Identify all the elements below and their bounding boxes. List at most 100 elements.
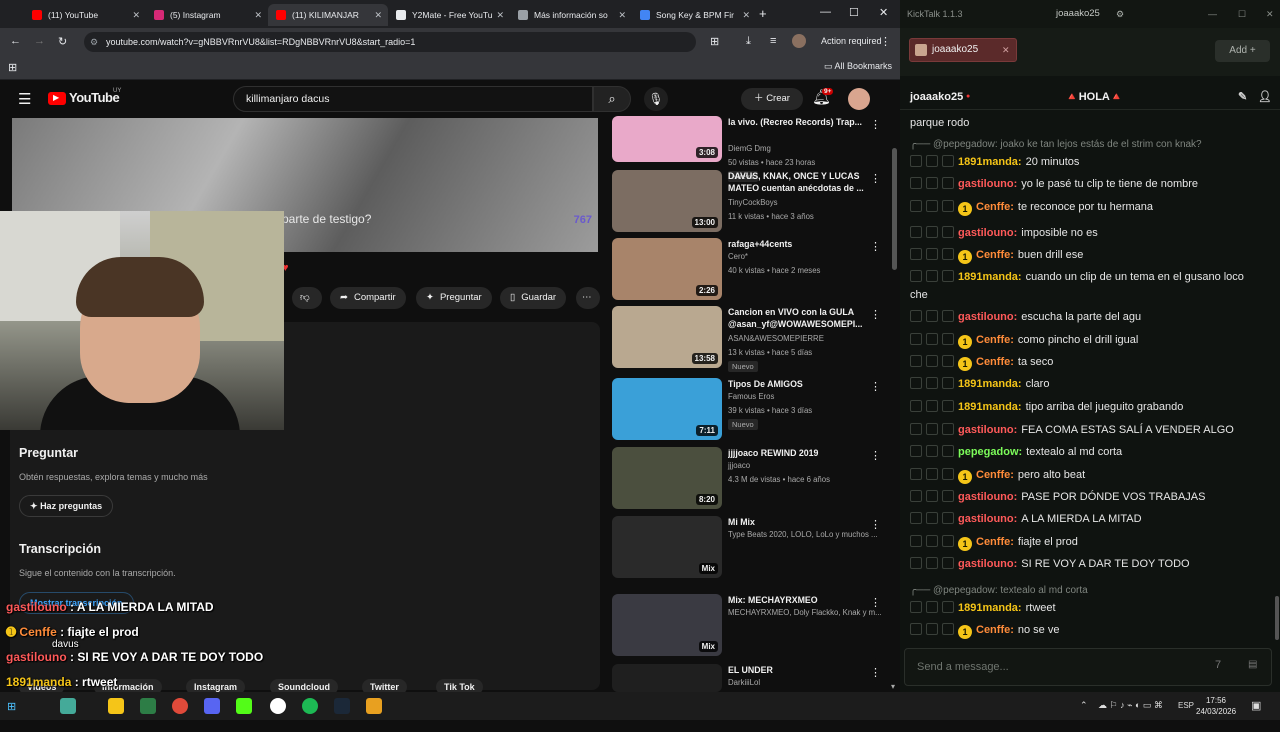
video-title[interactable]: Mi Mix <box>728 516 878 528</box>
pin-icon[interactable]: ✎ <box>1238 84 1247 110</box>
channel-name[interactable]: ASAN&AWESOMEPIERRE <box>728 334 824 343</box>
mod-action-icon[interactable] <box>910 248 922 260</box>
browser-tab[interactable]: (5) Instagram ✕ <box>146 4 268 26</box>
video-thumbnail[interactable]: Mix <box>612 594 722 656</box>
ban-icon[interactable] <box>942 226 954 238</box>
chat-username[interactable]: gastilouno: <box>958 178 1017 190</box>
notification-center-icon[interactable]: ▣ <box>1251 699 1261 712</box>
timeout-icon[interactable] <box>926 423 938 435</box>
ban-icon[interactable] <box>942 490 954 502</box>
browser-tab[interactable]: Más información so ✕ <box>510 4 632 26</box>
ban-icon[interactable] <box>942 512 954 524</box>
chat-username[interactable]: gastilouno: <box>958 227 1017 239</box>
mod-action-icon[interactable] <box>910 270 922 282</box>
close-tab-icon[interactable]: ✕ <box>742 10 750 21</box>
channel-name[interactable]: jjjoaco <box>728 461 750 470</box>
tray-icons[interactable]: ☁ ⚐ ♪ ⌁ ◐ ▭ ⌘ <box>1098 700 1163 711</box>
related-video-item[interactable]: 8:20 jjjjoaco REWIND 2019 jjjoaco 4.3 M de … <box>612 447 892 515</box>
ban-icon[interactable] <box>942 601 954 613</box>
ban-icon[interactable] <box>942 468 954 480</box>
chat-username[interactable]: gastilouno: <box>958 424 1017 436</box>
kick-icon[interactable] <box>236 698 252 714</box>
chat-username[interactable]: Cenffe: <box>976 249 1014 261</box>
chat-tab[interactable]: joaaako25 ✕ <box>909 38 1017 62</box>
new-tab-icon[interactable]: + <box>759 6 767 21</box>
media-control-icon[interactable]: ≡ <box>770 35 776 47</box>
related-video-item[interactable]: 13:58 Cancion en VIVO con la GULA @asan_y… <box>612 306 892 374</box>
emote-picker-icon[interactable]: 7 <box>1215 659 1221 671</box>
video-title[interactable]: DAVUS, KNAK, ONCE Y LUCAS MATEO cuentan … <box>728 170 878 194</box>
start-icon[interactable]: ⊞ <box>7 700 16 713</box>
timeout-icon[interactable] <box>926 333 938 345</box>
browser-tab[interactable]: Y2Mate - Free YouTu ✕ <box>388 4 510 26</box>
video-thumbnail[interactable]: 3:08 <box>612 116 722 162</box>
minimize-icon[interactable]: — <box>820 6 831 18</box>
ban-icon[interactable] <box>942 248 954 260</box>
related-video-item[interactable]: 2:26 rafaga+44cents Cero* 40 k vistas • hac… <box>612 238 892 306</box>
browser-tab-active[interactable]: (11) KILIMANJAR ✕ <box>268 4 388 26</box>
dislike-button[interactable]: 👎︎ <box>292 287 322 309</box>
ban-icon[interactable] <box>942 423 954 435</box>
video-title[interactable]: rafaga+44cents <box>728 238 878 250</box>
video-title[interactable]: Cancion en VIVO con la GULA @asan_yf@WOW… <box>728 306 878 330</box>
chat-username[interactable]: Cenffe: <box>976 356 1014 368</box>
reload-icon[interactable]: ↻ <box>58 35 67 48</box>
timeout-icon[interactable] <box>926 248 938 260</box>
timeout-icon[interactable] <box>926 400 938 412</box>
close-tab-icon[interactable]: ✕ <box>618 10 626 21</box>
video-thumbnail[interactable]: 2:26 <box>612 238 722 300</box>
channel-name[interactable]: Type Beats 2020, LOLO, LoLo y muchos ... <box>728 530 878 539</box>
timeout-icon[interactable] <box>926 226 938 238</box>
video-title[interactable]: Mix: MECHAYRXMEO <box>728 594 878 606</box>
close-tab-icon[interactable]: ✕ <box>1002 39 1010 61</box>
timeout-icon[interactable] <box>926 601 938 613</box>
chat-username[interactable]: 1891manda: <box>958 271 1022 283</box>
explorer-icon[interactable] <box>108 698 124 714</box>
timeout-icon[interactable] <box>926 623 938 635</box>
chat-username[interactable]: Cenffe: <box>976 334 1014 346</box>
mod-action-icon[interactable] <box>910 535 922 547</box>
video-title[interactable]: EL UNDER <box>728 664 878 676</box>
timeout-icon[interactable] <box>926 177 938 189</box>
voice-search-icon[interactable]: 🎙︎ <box>644 87 668 111</box>
profile-avatar[interactable] <box>792 34 806 48</box>
mod-action-icon[interactable] <box>910 468 922 480</box>
chat-username[interactable]: 1891manda: <box>958 156 1022 168</box>
channel-name[interactable]: TinyCockBoys <box>728 198 778 207</box>
site-info-icon[interactable]: ⚙ <box>90 32 98 52</box>
ban-icon[interactable] <box>942 310 954 322</box>
mod-action-icon[interactable] <box>910 200 922 212</box>
back-icon[interactable]: ← <box>10 35 21 47</box>
timeout-icon[interactable] <box>926 512 938 524</box>
language-indicator[interactable]: ESP <box>1178 701 1194 710</box>
chat-username[interactable]: Cenffe: <box>976 201 1014 213</box>
files-icon[interactable] <box>60 698 76 714</box>
channel-name[interactable]: Famous Eros <box>728 392 774 401</box>
ban-icon[interactable] <box>942 200 954 212</box>
spotify-icon[interactable] <box>302 698 318 714</box>
search-icon[interactable]: ⌕ <box>593 86 631 112</box>
timeout-icon[interactable] <box>926 310 938 322</box>
chat-username[interactable]: Cenffe: <box>976 469 1014 481</box>
timeout-icon[interactable] <box>926 155 938 167</box>
mod-action-icon[interactable] <box>910 355 922 367</box>
fl-studio-icon[interactable] <box>366 698 382 714</box>
more-options-icon[interactable]: ⋮ <box>870 308 881 321</box>
ban-icon[interactable] <box>942 557 954 569</box>
close-window-icon[interactable]: ✕ <box>879 6 888 19</box>
ban-icon[interactable] <box>942 535 954 547</box>
close-tab-icon[interactable]: ✕ <box>374 10 382 21</box>
timeout-icon[interactable] <box>926 535 938 547</box>
forward-icon[interactable]: → <box>34 35 45 47</box>
mod-action-icon[interactable] <box>910 377 922 389</box>
scroll-down-icon[interactable]: ▾ <box>891 682 895 691</box>
channel-name[interactable]: Cero* <box>728 252 748 261</box>
channel-name[interactable]: DiemG Dmg <box>728 144 771 153</box>
ban-icon[interactable] <box>942 623 954 635</box>
chat-username[interactable]: 1891manda: <box>958 401 1022 413</box>
close-tab-icon[interactable]: ✕ <box>132 10 140 21</box>
chat-username[interactable]: gastilouno: <box>958 491 1017 503</box>
add-tab-button[interactable]: Add + <box>1215 40 1270 62</box>
save-button[interactable]: ▯ Guardar <box>500 287 567 309</box>
more-options-icon[interactable]: ⋮ <box>870 118 881 131</box>
